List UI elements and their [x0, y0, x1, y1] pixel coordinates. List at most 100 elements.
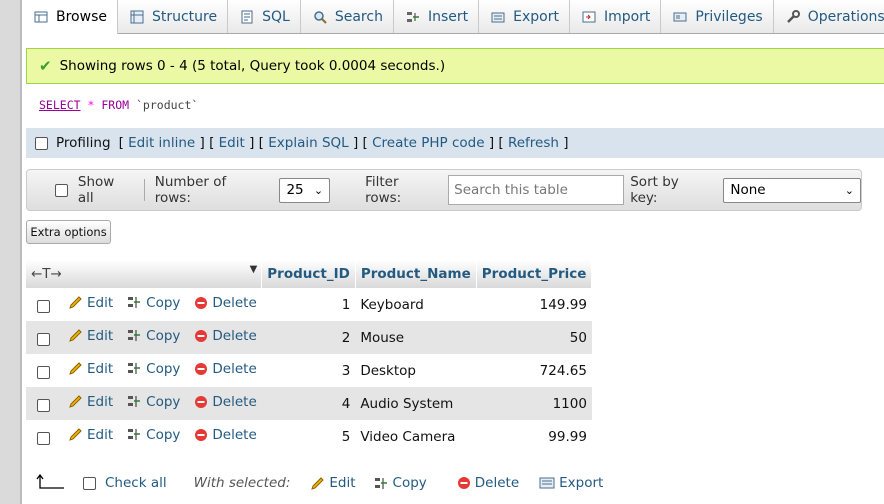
- refresh-link[interactable]: Refresh: [508, 135, 559, 151]
- cell-product-price[interactable]: 50: [476, 321, 592, 354]
- wrench-icon: [786, 9, 800, 23]
- extra-options-button[interactable]: Extra options: [26, 220, 111, 244]
- cell-product-price[interactable]: 724.65: [476, 354, 592, 387]
- tab-sql[interactable]: SQL: [228, 0, 301, 33]
- cell-product-name[interactable]: Video Camera: [355, 420, 477, 453]
- row-copy-button[interactable]: Copy: [127, 328, 180, 344]
- show-all-label: Show all: [77, 174, 115, 206]
- cell-product-id[interactable]: 1: [261, 288, 356, 321]
- row-copy-button[interactable]: Copy: [127, 427, 180, 443]
- column-header-product-id[interactable]: Product_ID: [261, 260, 356, 288]
- tab-privileges[interactable]: Privileges: [661, 0, 774, 33]
- column-header-label[interactable]: Product_ID: [267, 266, 350, 282]
- cell-product-name[interactable]: Audio System: [355, 387, 477, 420]
- sql-keyword-from: FROM: [101, 98, 130, 112]
- row-delete-button[interactable]: Delete: [194, 394, 257, 410]
- sql-keyword-select[interactable]: SELECT: [39, 98, 81, 112]
- bulk-export-button[interactable]: Export: [539, 475, 603, 491]
- sort-triangle-icon[interactable]: ▼: [250, 264, 258, 275]
- tab-search[interactable]: Search: [301, 0, 394, 33]
- cell-product-id[interactable]: 4: [261, 387, 356, 420]
- row-delete-label: Delete: [212, 295, 257, 312]
- pencil-icon: [311, 476, 325, 490]
- cell-product-price[interactable]: 99.99: [476, 420, 592, 453]
- column-header-label[interactable]: Product_Price: [482, 266, 587, 282]
- cell-product-id[interactable]: 2: [261, 321, 356, 354]
- browse-icon: [34, 11, 48, 23]
- cell-product-id[interactable]: 5: [261, 420, 356, 453]
- filter-rows-input[interactable]: Search this table: [448, 175, 625, 205]
- row-edit-button[interactable]: Edit: [68, 394, 113, 410]
- edit-inline-link[interactable]: Edit inline: [128, 135, 195, 151]
- rows-select[interactable]: 25 ⌄: [279, 177, 331, 203]
- row-edit-label: Edit: [87, 393, 114, 410]
- row-copy-label: Copy: [146, 426, 181, 443]
- bulk-export-label: Export: [559, 475, 604, 491]
- bulk-delete-button[interactable]: Delete: [457, 475, 519, 491]
- column-header-product-price[interactable]: Product_Price: [476, 260, 593, 288]
- tab-label: Export: [513, 8, 559, 25]
- tab-label: Insert: [427, 8, 469, 25]
- row-copy-button[interactable]: Copy: [127, 295, 180, 311]
- bulk-copy-button[interactable]: Copy: [374, 475, 427, 491]
- row-edit-button[interactable]: Edit: [68, 361, 113, 377]
- create-php-code-link[interactable]: Create PHP code: [372, 135, 484, 151]
- tab-export[interactable]: Export: [479, 0, 570, 33]
- row-checkbox[interactable]: [37, 398, 50, 412]
- row-edit-button[interactable]: Edit: [68, 427, 113, 443]
- check-all-link[interactable]: Check all: [105, 475, 167, 491]
- cell-product-price[interactable]: 149.99: [476, 288, 592, 321]
- structure-icon: [130, 10, 144, 23]
- row-copy-button[interactable]: Copy: [127, 361, 180, 377]
- bulk-actions-bar: Check all With selected: Edit Copy Delet…: [26, 468, 884, 498]
- column-header-label[interactable]: Product_Name: [361, 266, 471, 282]
- cell-product-name[interactable]: Mouse: [355, 321, 477, 354]
- row-checkbox[interactable]: [37, 431, 50, 445]
- cell-product-name[interactable]: Keyboard: [355, 288, 477, 321]
- row-delete-label: Delete: [212, 427, 257, 444]
- table-row[interactable]: Edit Copy Delete 2 Mouse 50: [26, 321, 592, 354]
- row-copy-label: Copy: [146, 327, 181, 344]
- row-checkbox[interactable]: [37, 299, 50, 313]
- cell-product-price[interactable]: 1100: [476, 387, 592, 420]
- row-delete-button[interactable]: Delete: [194, 427, 257, 444]
- table-row[interactable]: Edit Copy Delete 4 Audio System 1100: [26, 387, 592, 420]
- tab-operations[interactable]: Operations: [774, 0, 884, 33]
- profiling-bar: Profiling [ Edit inline ] [ Edit ] [ Exp…: [26, 128, 884, 158]
- sql-star: *: [87, 98, 95, 112]
- bulk-edit-button[interactable]: Edit: [310, 475, 356, 491]
- sort-by-key-select[interactable]: None ⌄: [723, 177, 861, 203]
- column-header-product-name[interactable]: Product_Name: [355, 260, 477, 288]
- row-delete-button[interactable]: Delete: [194, 295, 257, 312]
- tab-browse[interactable]: Browse: [22, 0, 118, 34]
- row-copy-button[interactable]: Copy: [127, 394, 180, 410]
- column-controls-header: ←T→ ▼: [26, 260, 263, 288]
- row-delete-label: Delete: [212, 328, 257, 345]
- row-actions-cell: Edit Copy Delete: [26, 420, 262, 453]
- table-row[interactable]: Edit Copy Delete 5 Video Camera 99.99: [26, 420, 592, 453]
- profiling-checkbox[interactable]: [35, 136, 48, 150]
- edit-link[interactable]: Edit: [219, 135, 245, 151]
- row-delete-button[interactable]: Delete: [194, 328, 257, 345]
- table-row[interactable]: Edit Copy Delete 3 Desktop 724.65: [26, 354, 592, 387]
- tab-label: Browse: [56, 9, 107, 25]
- table-row[interactable]: Edit Copy Delete 1 Keyboard 149.99: [26, 288, 592, 321]
- tab-label: Search: [334, 8, 383, 25]
- column-resize-arrows[interactable]: ←T→: [31, 266, 62, 282]
- tab-import[interactable]: Import: [570, 0, 662, 33]
- cell-product-id[interactable]: 3: [261, 354, 356, 387]
- check-all-checkbox[interactable]: [83, 476, 96, 490]
- row-checkbox[interactable]: [37, 332, 50, 346]
- bulk-edit-label: Edit: [329, 475, 356, 491]
- delete-icon: [195, 396, 208, 409]
- row-delete-button[interactable]: Delete: [194, 361, 257, 377]
- sort-select-value: None: [730, 182, 766, 198]
- row-checkbox[interactable]: [37, 365, 50, 379]
- show-all-checkbox[interactable]: [55, 183, 68, 197]
- row-edit-button[interactable]: Edit: [68, 295, 113, 311]
- cell-product-name[interactable]: Desktop: [355, 354, 477, 387]
- tab-insert[interactable]: Insert: [394, 0, 480, 33]
- tab-structure[interactable]: Structure: [118, 0, 229, 33]
- explain-sql-link[interactable]: Explain SQL: [268, 135, 348, 151]
- row-edit-button[interactable]: Edit: [68, 328, 113, 344]
